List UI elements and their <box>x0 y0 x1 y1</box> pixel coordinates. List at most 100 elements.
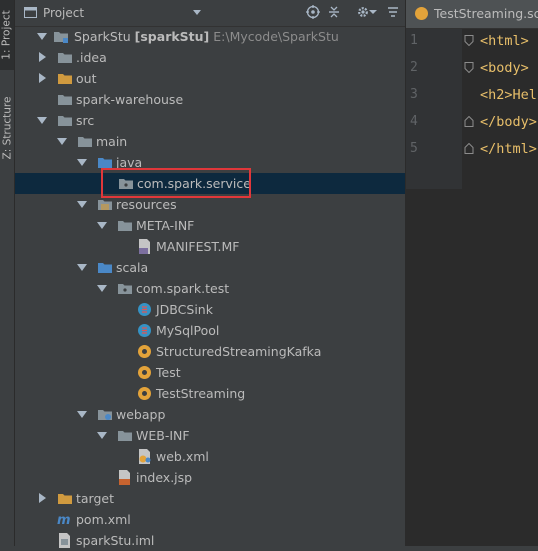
scala-object-icon <box>138 366 151 379</box>
project-panel: Project SparkStu [sparkStu] E:\Mycode\Sp… <box>15 0 405 548</box>
tab-project[interactable]: 1: Project <box>0 0 14 70</box>
folder-icon <box>58 95 72 105</box>
scala-object-icon <box>138 387 151 400</box>
left-tool-strip: 1: Project Z: Structure <box>0 0 15 546</box>
expand-chevron-down-icon[interactable] <box>77 159 87 166</box>
web-folder-icon <box>98 410 112 420</box>
view-dropdown-chevron-down-icon[interactable] <box>193 10 201 15</box>
expand-chevron-down-icon[interactable] <box>97 285 107 292</box>
folder-icon <box>118 431 132 441</box>
tree-row-web-xml[interactable]: web.xml <box>15 446 405 467</box>
tab-structure-label: Z: Structure <box>1 96 14 160</box>
line-number: 2 <box>410 60 418 75</box>
code-area[interactable] <box>462 29 538 189</box>
expand-chevron-right-icon[interactable] <box>39 493 46 503</box>
tree-row-pom-xml[interactable]: m pom.xml <box>15 509 405 530</box>
tree-row-structuredstreamingkafka[interactable]: StructuredStreamingKafka <box>15 341 405 362</box>
tree-label: scala <box>116 260 149 275</box>
tree-label: sparkStu.iml <box>76 533 155 548</box>
tree-row-scala[interactable]: scala <box>15 257 405 278</box>
tree-row-com-spark-test[interactable]: com.spark.test <box>15 278 405 299</box>
tree-label: JDBCSink <box>156 302 213 317</box>
tree-label: .idea <box>76 50 107 65</box>
tree-row-mysqlpool[interactable]: MySqlPool <box>15 320 405 341</box>
jsp-file-icon <box>119 470 130 485</box>
editor-tab-teststreaming[interactable]: TestStreaming.scala <box>406 0 538 28</box>
tree-label: StructuredStreamingKafka <box>156 344 322 359</box>
code-line: </html> <box>480 141 537 157</box>
expand-chevron-down-icon[interactable] <box>37 117 47 124</box>
tree-row-sparkstu[interactable]: SparkStu [sparkStu] E:\Mycode\SparkStu <box>15 26 405 47</box>
highlight-box <box>101 168 251 198</box>
line-number: 4 <box>410 114 418 129</box>
code-line: <html> <box>480 33 529 49</box>
tree-row-teststreaming[interactable]: TestStreaming <box>15 383 405 404</box>
expand-chevron-down-icon[interactable] <box>57 138 67 145</box>
manifest-file-icon <box>139 239 150 254</box>
xml-file-icon <box>139 449 151 464</box>
project-view-icon <box>24 7 37 18</box>
package-icon <box>118 284 132 294</box>
fold-end-marker-icon[interactable] <box>464 143 474 154</box>
project-view-title[interactable]: Project <box>43 6 84 20</box>
expand-chevron-right-icon[interactable] <box>39 73 46 83</box>
editor-tab-label: TestStreaming.scala <box>434 6 538 21</box>
tree-label: spark-warehouse <box>76 92 184 107</box>
folder-icon <box>78 137 92 147</box>
tree-row-out[interactable]: out <box>15 68 405 89</box>
tree-label: target <box>76 491 115 506</box>
svg-text:m: m <box>57 513 71 527</box>
tree-row-webapp[interactable]: webapp <box>15 404 405 425</box>
resources-folder-icon <box>98 200 112 210</box>
tab-structure[interactable]: Z: Structure <box>0 88 14 168</box>
tree-row-web-inf[interactable]: WEB-INF <box>15 425 405 446</box>
module-folder-icon <box>54 32 68 43</box>
line-number: 3 <box>410 87 418 102</box>
tree-row-target[interactable]: target <box>15 488 405 509</box>
collapse-all-icon[interactable] <box>326 4 342 20</box>
tree-row-src[interactable]: src <box>15 110 405 131</box>
expand-chevron-down-icon[interactable] <box>37 33 47 40</box>
expand-chevron-down-icon[interactable] <box>77 411 87 418</box>
tree-row-idea[interactable]: .idea <box>15 47 405 68</box>
hide-panel-icon[interactable] <box>385 4 401 20</box>
tree-label: main <box>96 134 128 149</box>
tree-label: WEB-INF <box>136 428 190 443</box>
folder-icon <box>118 221 132 231</box>
scroll-from-source-icon[interactable] <box>305 4 321 20</box>
code-line: <h2>Hel <box>480 87 537 103</box>
tree-label: src <box>76 113 95 128</box>
tree-label: pom.xml <box>76 512 131 527</box>
editor-empty-area <box>406 189 538 546</box>
gear-chevron-down-icon[interactable] <box>369 4 377 20</box>
fold-marker-icon[interactable] <box>464 35 474 46</box>
tree-label: MANIFEST.MF <box>156 239 240 254</box>
code-line: <body> <box>480 60 529 76</box>
tree-row-manifest[interactable]: MANIFEST.MF <box>15 236 405 257</box>
tree-label: TestStreaming <box>156 386 246 401</box>
tree-row-sparkstu-iml[interactable]: sparkStu.iml <box>15 530 405 551</box>
project-panel-header: Project <box>15 0 405 27</box>
expand-chevron-right-icon[interactable] <box>39 52 46 62</box>
scala-class-icon <box>138 324 151 337</box>
fold-marker-icon[interactable] <box>464 62 474 73</box>
tree-label: META-INF <box>136 218 195 233</box>
excluded-folder-icon <box>58 74 72 84</box>
tree-row-spark-warehouse[interactable]: spark-warehouse <box>15 89 405 110</box>
expand-chevron-down-icon[interactable] <box>77 201 87 208</box>
expand-chevron-down-icon[interactable] <box>77 264 87 271</box>
tree-row-jdbcsink[interactable]: JDBCSink <box>15 299 405 320</box>
folder-icon <box>58 53 72 63</box>
scala-class-icon <box>138 303 151 316</box>
editor-tab-bar: TestStreaming.scala <box>406 0 538 29</box>
expand-chevron-down-icon[interactable] <box>97 222 107 229</box>
tree-row-index-jsp[interactable]: index.jsp <box>15 467 405 488</box>
tree-row-test[interactable]: Test <box>15 362 405 383</box>
scala-object-icon <box>415 7 428 20</box>
scala-object-icon <box>138 345 151 358</box>
tree-row-meta-inf[interactable]: META-INF <box>15 215 405 236</box>
expand-chevron-down-icon[interactable] <box>97 432 107 439</box>
tree-row-main[interactable]: main <box>15 131 405 152</box>
tree-label: webapp <box>116 407 166 422</box>
fold-end-marker-icon[interactable] <box>464 116 474 127</box>
